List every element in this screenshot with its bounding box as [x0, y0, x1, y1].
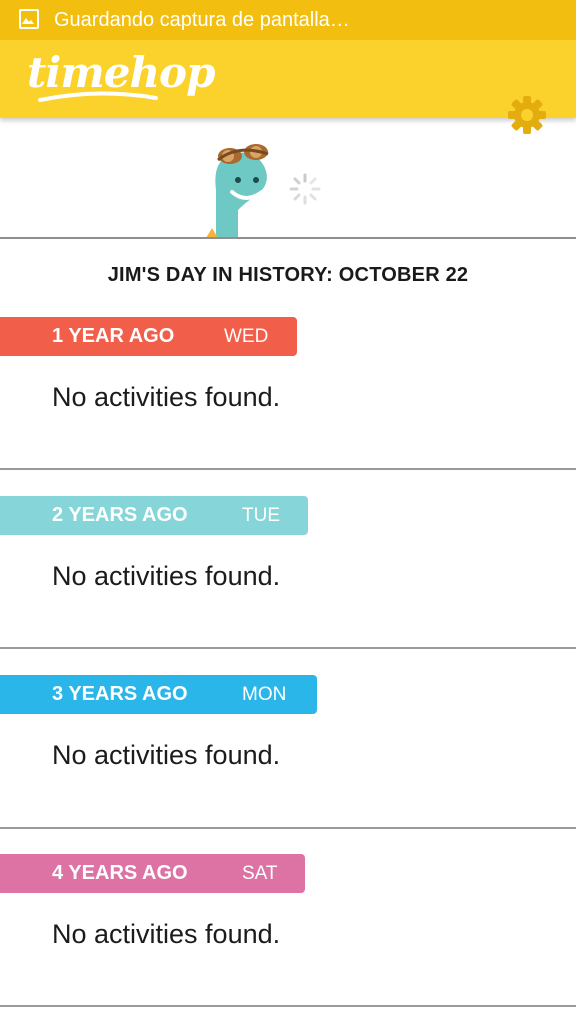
year-section-2: 2 YEARS AGO TUE No activities found.	[0, 496, 576, 676]
weekday-label: MON	[242, 684, 287, 705]
empty-state-text: No activities found.	[52, 382, 281, 412]
hero-divider	[0, 237, 576, 239]
empty-state-text: No activities found.	[52, 740, 281, 770]
empty-state-text: No activities found.	[52, 919, 281, 949]
image-icon	[19, 9, 39, 29]
status-notification-text: Guardando captura de pantalla…	[54, 9, 350, 31]
section-divider	[0, 1005, 576, 1007]
weekday-label: WED	[224, 326, 269, 347]
empty-state-text: No activities found.	[52, 561, 281, 591]
year-tag: 4 YEARS AGO SAT	[0, 854, 305, 893]
section-divider	[0, 827, 576, 829]
section-divider	[0, 468, 576, 470]
year-ago-label: 2 YEARS AGO	[52, 504, 188, 526]
section-divider	[0, 647, 576, 649]
app-bar: timehop	[0, 40, 576, 134]
status-bar: Guardando captura de pantalla…	[0, 0, 576, 40]
year-tag: 3 YEARS AGO MON	[0, 675, 317, 714]
year-section-1: 1 YEAR AGO WED No activities found.	[0, 317, 576, 497]
year-tag: 2 YEARS AGO TUE	[0, 496, 308, 535]
logo-swoosh	[38, 91, 158, 102]
year-ago-label: 3 YEARS AGO	[52, 683, 188, 705]
weekday-label: SAT	[242, 863, 278, 884]
weekday-label: TUE	[242, 505, 280, 526]
page-title: JIM'S DAY IN HISTORY: OCTOBER 22	[107, 264, 469, 286]
year-ago-label: 4 YEARS AGO	[52, 862, 188, 884]
year-tag: 1 YEAR AGO WED	[0, 317, 297, 356]
loading-spinner-icon	[289, 173, 321, 205]
dinosaur-mascot	[206, 144, 269, 238]
year-ago-label: 1 YEAR AGO	[52, 325, 175, 347]
year-section-4: 4 YEARS AGO SAT No activities found.	[0, 854, 576, 1034]
